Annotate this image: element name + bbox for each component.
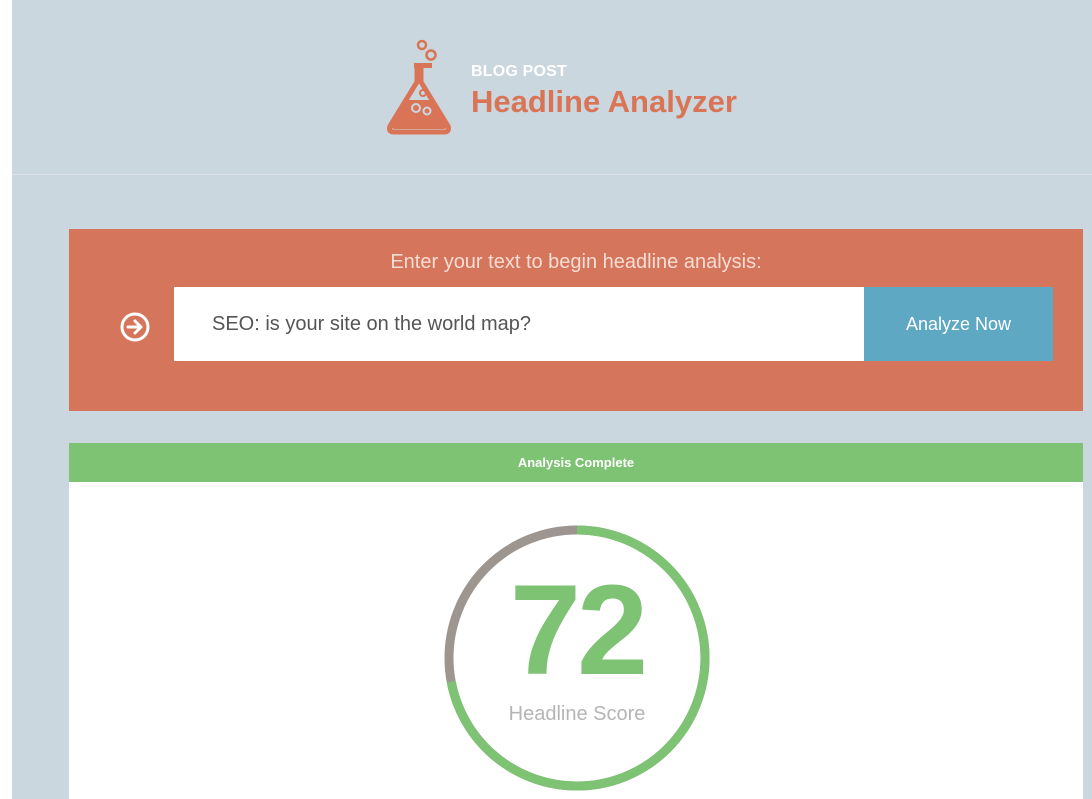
flask-icon <box>387 39 451 135</box>
headline-input[interactable] <box>174 287 864 361</box>
circle-arrow-right-icon[interactable] <box>119 311 151 343</box>
headline-score-value: 72 <box>509 559 648 702</box>
logo-subtitle: BLOG POST <box>471 63 568 80</box>
headline-input-panel: Enter your text to begin headline analys… <box>69 229 1083 411</box>
analysis-status-bar: Analysis Complete <box>69 443 1083 482</box>
headline-score-label: Headline Score <box>508 703 646 725</box>
left-edge-strip <box>0 0 12 799</box>
page: BLOG POST Headline Analyzer Enter your t… <box>12 0 1092 799</box>
analyze-now-button[interactable]: Analyze Now <box>864 287 1053 361</box>
header: BLOG POST Headline Analyzer <box>12 0 1092 175</box>
input-prompt: Enter your text to begin headline analys… <box>390 251 762 273</box>
result-panel: Analysis Complete 72 Headline Score <box>69 443 1083 799</box>
logo-title: Headline Analyzer <box>471 84 737 119</box>
